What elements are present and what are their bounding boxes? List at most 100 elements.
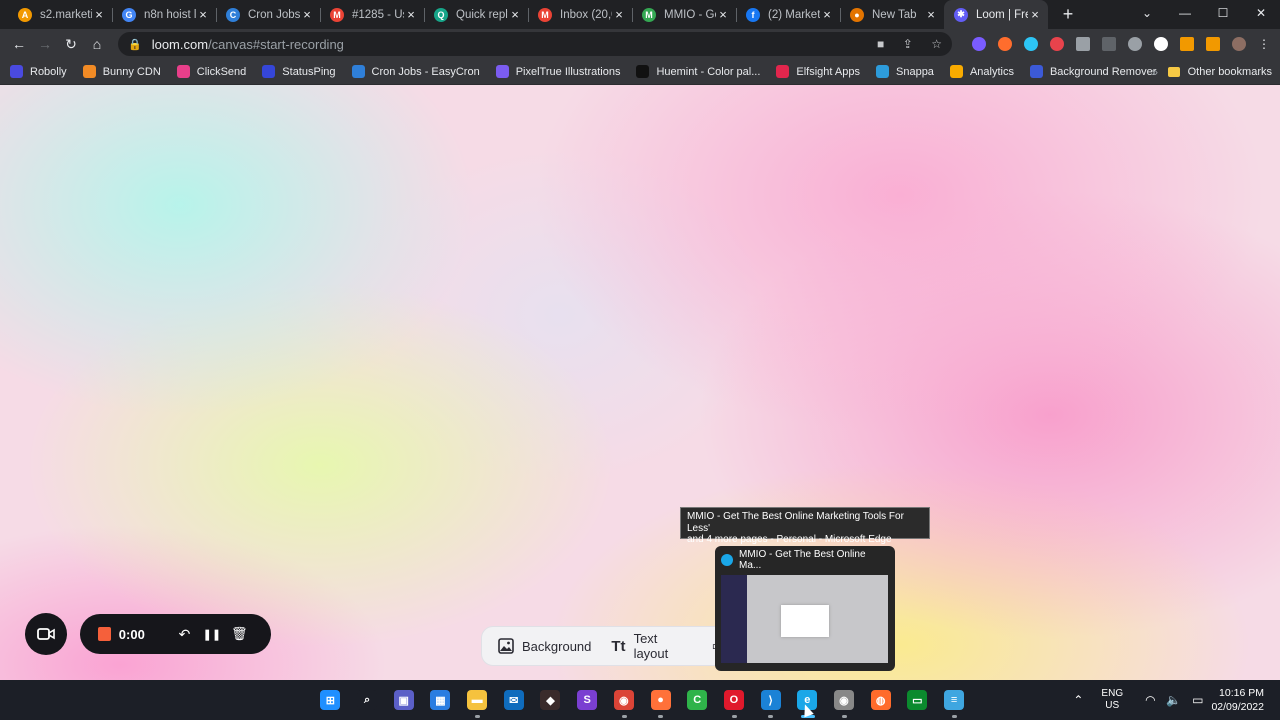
taskbar-mail-button[interactable]: ✉: [495, 680, 532, 720]
bookmarks-overflow-button[interactable]: »: [1151, 59, 1158, 85]
tab-favicon-icon: Q: [434, 7, 448, 22]
bookmark-item[interactable]: Elfsight Apps: [776, 65, 860, 78]
bookmark-item[interactable]: ClickSend: [176, 65, 246, 78]
bookmark-label: Robolly: [30, 65, 67, 78]
tab-9[interactable]: ✱ Loom | Free×: [944, 0, 1048, 29]
taskbar-terminal-button[interactable]: ▭: [899, 680, 936, 720]
bookmark-item[interactable]: Robolly: [10, 65, 67, 78]
camera-extension-icon[interactable]: [1128, 37, 1142, 51]
bookmark-label: Elfsight Apps: [796, 65, 860, 78]
battery-icon: ▭: [1192, 693, 1204, 707]
preview-thumbnail[interactable]: [721, 575, 888, 663]
bookmark-item[interactable]: Analytics: [949, 65, 1014, 78]
lock-icon[interactable]: 🔒: [128, 38, 142, 51]
camera-toggle-button[interactable]: [25, 613, 67, 655]
side-panel-icon[interactable]: [1206, 37, 1220, 51]
bookmark-item[interactable]: Bunny CDN: [82, 65, 161, 78]
extension-icon[interactable]: [1102, 37, 1116, 51]
quick-settings[interactable]: ◠ 🔈 ▭: [1145, 693, 1211, 707]
url-path: /canvas#start-recording: [208, 36, 344, 52]
language-indicator[interactable]: ENG US: [1101, 688, 1123, 712]
tab-favicon-icon: f: [746, 7, 760, 22]
text-layout-button[interactable]: Tt Text layout: [611, 631, 691, 661]
camera-icon[interactable]: ■: [877, 37, 884, 51]
taskbar-notepad-button[interactable]: ≡: [936, 680, 973, 720]
close-window-button[interactable]: ✕: [1242, 0, 1280, 29]
share-icon[interactable]: ⇪: [903, 37, 913, 51]
bookmark-item[interactable]: Huemint - Color pal...: [636, 65, 760, 78]
avatar[interactable]: [1232, 37, 1246, 51]
taskbar-game-button[interactable]: ◆: [532, 680, 569, 720]
extension-icon[interactable]: [998, 37, 1012, 51]
stop-recording-button[interactable]: [98, 627, 111, 641]
forward-button[interactable]: →: [32, 36, 58, 52]
clock[interactable]: 10:16 PM 02/09/2022: [1211, 686, 1264, 714]
tab-4[interactable]: Q Quick reply ×: [424, 0, 528, 29]
taskbar-teams-chat-button[interactable]: ▣: [385, 680, 422, 720]
bookmark-favicon-icon: [776, 65, 790, 78]
other-bookmarks[interactable]: Other bookmarks: [1167, 59, 1272, 85]
reload-button[interactable]: ↻: [58, 36, 84, 53]
taskbar-store-button[interactable]: ▦: [422, 680, 459, 720]
vscode-icon: ⟩: [760, 690, 781, 710]
tab-close-icon[interactable]: ×: [508, 7, 522, 22]
tab-6[interactable]: M MMIO - Ge ×: [632, 0, 736, 29]
extension-icon[interactable]: [1024, 37, 1038, 51]
bookmark-item[interactable]: PixelTrue Illustrations: [495, 65, 620, 78]
tab-close-icon[interactable]: ×: [196, 7, 210, 22]
taskbar-opera-button[interactable]: O: [716, 680, 753, 720]
bookmark-item[interactable]: Cron Jobs - EasyCron: [351, 65, 480, 78]
bookmark-favicon-icon: [949, 65, 963, 78]
taskbar-start-button[interactable]: ⊞: [312, 680, 349, 720]
tab-close-icon[interactable]: ×: [924, 7, 938, 22]
show-hidden-icons-chevron[interactable]: ⌃: [1073, 693, 1083, 707]
taskbar-firefox-button[interactable]: ●: [642, 680, 679, 720]
tab-close-icon[interactable]: ×: [92, 7, 106, 22]
back-button[interactable]: ←: [6, 36, 32, 52]
bookmark-item[interactable]: StatusPing: [262, 65, 336, 78]
taskbar-file-explorer-button[interactable]: ▬: [459, 680, 496, 720]
bookmark-label: Analytics: [969, 65, 1014, 78]
tab-close-icon[interactable]: ×: [300, 7, 314, 22]
taskbar-vscode-button[interactable]: ⟩: [752, 680, 789, 720]
address-bar[interactable]: 🔒 loom.com/canvas#start-recording ■ ⇪ ☆: [118, 32, 952, 56]
menu-kebab-icon[interactable]: ⋮: [1258, 37, 1270, 51]
minimize-button[interactable]: —: [1166, 0, 1204, 29]
puzzle-icon[interactable]: [1180, 37, 1194, 51]
tab-close-icon[interactable]: ×: [612, 7, 626, 22]
bookmark-item[interactable]: Background Remover: [1029, 65, 1156, 78]
new-tab-button[interactable]: +: [1054, 0, 1082, 29]
taskbar-camtasia-button[interactable]: C: [679, 680, 716, 720]
maximize-button[interactable]: ☐: [1204, 0, 1242, 29]
tab-close-icon[interactable]: ×: [820, 7, 834, 22]
tab-search-button[interactable]: ⌄: [1128, 0, 1166, 29]
home-button[interactable]: ⌂: [84, 36, 110, 52]
taskbar-chrome-2-button[interactable]: ◉: [826, 680, 863, 720]
taskbar-chrome-button[interactable]: ◉: [606, 680, 643, 720]
taskbar-brave-orange-button[interactable]: ◍: [862, 680, 899, 720]
taskbar-window-preview[interactable]: MMIO - Get The Best Online Ma...: [715, 546, 895, 671]
tab-close-icon[interactable]: ×: [404, 7, 418, 22]
tab-1[interactable]: Gn8n hoist le×: [112, 0, 216, 29]
taskbar-search-button[interactable]: ⌕: [349, 680, 386, 720]
extension-icon[interactable]: [1076, 37, 1090, 51]
tab-close-icon[interactable]: ×: [716, 7, 730, 22]
background-button[interactable]: Background: [498, 638, 591, 654]
tab-close-icon[interactable]: ×: [1028, 7, 1042, 22]
restart-button[interactable]: ↶: [171, 626, 198, 643]
tab-2[interactable]: C Cron Jobs -×: [216, 0, 320, 29]
tab-0[interactable]: As2.marketin×: [8, 0, 112, 29]
bookmark-star-icon[interactable]: ☆: [931, 37, 942, 51]
profile-ring-icon[interactable]: [1154, 37, 1168, 51]
pause-button[interactable]: ❚❚: [198, 628, 225, 641]
url-text[interactable]: loom.com/canvas#start-recording: [152, 37, 863, 52]
tab-5[interactable]: M Inbox (20,0 ×: [528, 0, 632, 29]
tab-8[interactable]: ● New Tab ×: [840, 0, 944, 29]
delete-button[interactable]: 🗑: [226, 626, 253, 642]
extension-icon[interactable]: [972, 37, 986, 51]
tab-3[interactable]: M #1285 - Us ×: [320, 0, 424, 29]
taskbar-skype-style-button[interactable]: S: [569, 680, 606, 720]
extension-icon[interactable]: [1050, 37, 1064, 51]
bookmark-item[interactable]: Snappa: [876, 65, 934, 78]
tab-7[interactable]: f (2) Marketin×: [736, 0, 840, 29]
